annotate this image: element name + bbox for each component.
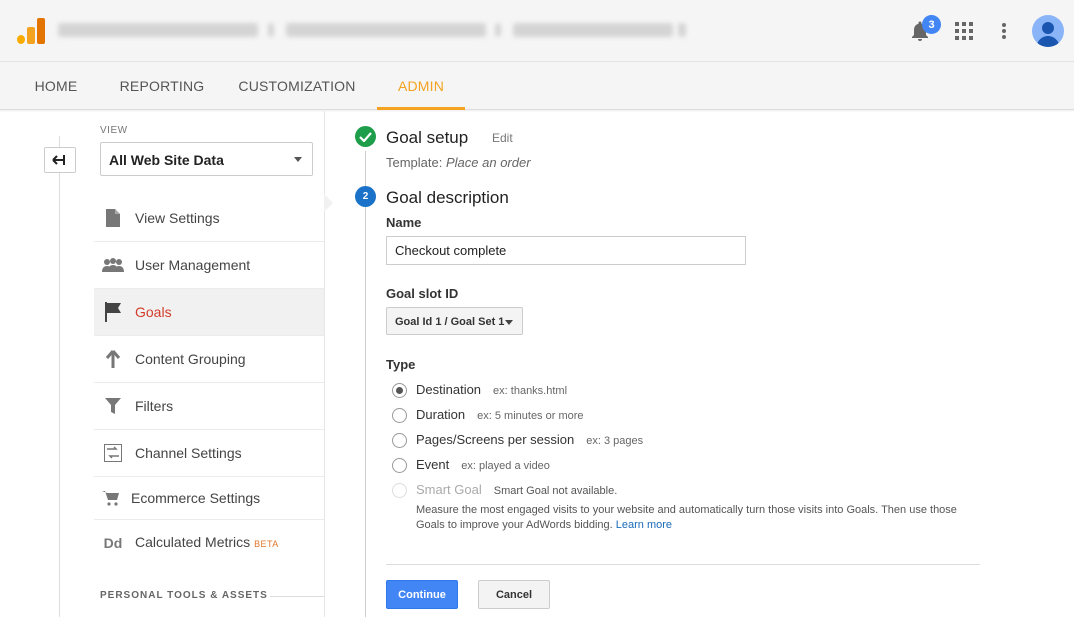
people-icon: [102, 255, 124, 275]
type-example: ex: 3 pages: [586, 435, 643, 447]
section-header-personal-tools: PERSONAL TOOLS & ASSETS: [100, 590, 268, 601]
smart-goal-text: Measure the most engaged visits to your …: [416, 504, 957, 531]
radio-label: Destination ex: thanks.html: [416, 382, 567, 397]
analytics-logo[interactable]: [17, 18, 45, 44]
type-name: Smart Goal: [416, 482, 482, 497]
flag-icon: [102, 302, 124, 322]
document-icon: [102, 208, 124, 228]
channel-icon: [102, 443, 124, 463]
radio-smart-goal: [392, 483, 407, 498]
sidebar-item-label: Goals: [135, 304, 172, 320]
tab-customization[interactable]: CUSTOMIZATION: [232, 62, 362, 110]
goal-editor: Goal setup Edit Template: Place an order…: [326, 111, 1074, 617]
radio-destination[interactable]: [392, 383, 407, 398]
learn-more-link[interactable]: Learn more: [616, 519, 672, 531]
funnel-icon: [102, 396, 124, 416]
type-name: Duration: [416, 407, 465, 422]
type-name: Pages/Screens per session: [416, 432, 574, 447]
tab-reporting[interactable]: REPORTING: [112, 62, 212, 110]
goal-description-title: Goal description: [386, 188, 509, 208]
back-button[interactable]: [44, 147, 76, 173]
type-name: Event: [416, 457, 449, 472]
apps-grid-icon[interactable]: [951, 18, 977, 44]
sidebar-item-label: Content Grouping: [135, 351, 246, 367]
sidebar-item-view-settings[interactable]: View Settings: [94, 195, 324, 242]
top-bar: 3: [0, 0, 1074, 62]
sidebar-item-filters[interactable]: Filters: [94, 383, 324, 430]
template-value: Place an order: [446, 155, 531, 170]
grouping-icon: [102, 349, 124, 369]
sidebar-item-label: Calculated Metrics BETA: [135, 534, 279, 550]
goal-slot-value: Goal Id 1 / Goal Set 1: [395, 316, 504, 328]
continue-button[interactable]: Continue: [386, 580, 458, 609]
view-select-value: All Web Site Data: [109, 152, 224, 168]
back-arrow-icon: [52, 154, 68, 166]
type-example: ex: thanks.html: [493, 385, 567, 397]
chevron-down-icon: [505, 320, 513, 325]
main-nav: HOME REPORTING CUSTOMIZATION ADMIN: [0, 62, 1074, 110]
radio-label: Pages/Screens per session ex: 3 pages: [416, 432, 643, 447]
calculated-metrics-label: Calculated Metrics: [135, 534, 250, 550]
sidebar-item-goals[interactable]: Goals: [94, 289, 324, 336]
admin-sidebar: VIEW All Web Site Data View Settings Use…: [0, 111, 325, 617]
goal-setup-title: Goal setup: [386, 128, 468, 148]
view-select[interactable]: All Web Site Data: [100, 142, 313, 176]
name-label: Name: [386, 215, 421, 230]
dd-icon: Dd: [102, 533, 124, 553]
goal-name-input[interactable]: [386, 236, 746, 265]
cancel-button[interactable]: Cancel: [478, 580, 550, 609]
type-example: ex: 5 minutes or more: [477, 410, 583, 422]
sidebar-item-ecommerce-settings[interactable]: Ecommerce Settings: [94, 477, 324, 520]
goal-slot-label: Goal slot ID: [386, 286, 458, 301]
type-label: Type: [386, 357, 415, 372]
template-label: Template:: [386, 155, 442, 170]
notification-badge: 3: [922, 15, 941, 34]
divider: [270, 596, 324, 597]
divider: [386, 564, 980, 565]
tab-home[interactable]: HOME: [22, 62, 90, 110]
type-name: Destination: [416, 382, 481, 397]
sidebar-item-calculated-metrics[interactable]: Dd Calculated Metrics BETA: [94, 520, 324, 567]
sidebar-item-label: User Management: [135, 257, 250, 273]
radio-event[interactable]: [392, 458, 407, 473]
radio-pages-per-session[interactable]: [392, 433, 407, 448]
edit-link[interactable]: Edit: [492, 131, 513, 145]
sidebar-item-label: Filters: [135, 398, 173, 414]
radio-label: Smart Goal Smart Goal not available.: [416, 482, 617, 497]
step-connector: [365, 151, 366, 617]
sidebar-item-user-management[interactable]: User Management: [94, 242, 324, 289]
radio-duration[interactable]: [392, 408, 407, 423]
type-example: Smart Goal not available.: [494, 485, 618, 497]
sidebar-item-channel-settings[interactable]: Channel Settings: [94, 430, 324, 477]
chevron-down-icon: [294, 157, 302, 162]
account-avatar[interactable]: [1032, 15, 1064, 47]
beta-badge: BETA: [254, 539, 278, 549]
goal-slot-dropdown[interactable]: Goal Id 1 / Goal Set 1: [386, 307, 523, 335]
sidebar-item-label: View Settings: [135, 210, 220, 226]
sidebar-item-label: Channel Settings: [135, 445, 242, 461]
template-info: Template: Place an order: [386, 155, 531, 170]
step-number-badge: 2: [355, 186, 376, 207]
sidebar-item-content-grouping[interactable]: Content Grouping: [94, 336, 324, 383]
check-icon: [355, 126, 376, 147]
cart-icon: [100, 488, 122, 508]
more-vert-icon[interactable]: [991, 18, 1017, 44]
radio-label: Event ex: played a video: [416, 457, 550, 472]
type-example: ex: played a video: [461, 460, 550, 472]
sidebar-divider: [59, 136, 60, 617]
view-label: VIEW: [100, 125, 128, 136]
sidebar-item-label: Ecommerce Settings: [131, 490, 260, 506]
radio-label: Duration ex: 5 minutes or more: [416, 407, 584, 422]
smart-goal-description: Measure the most engaged visits to your …: [416, 503, 976, 533]
tab-admin[interactable]: ADMIN: [377, 62, 465, 110]
